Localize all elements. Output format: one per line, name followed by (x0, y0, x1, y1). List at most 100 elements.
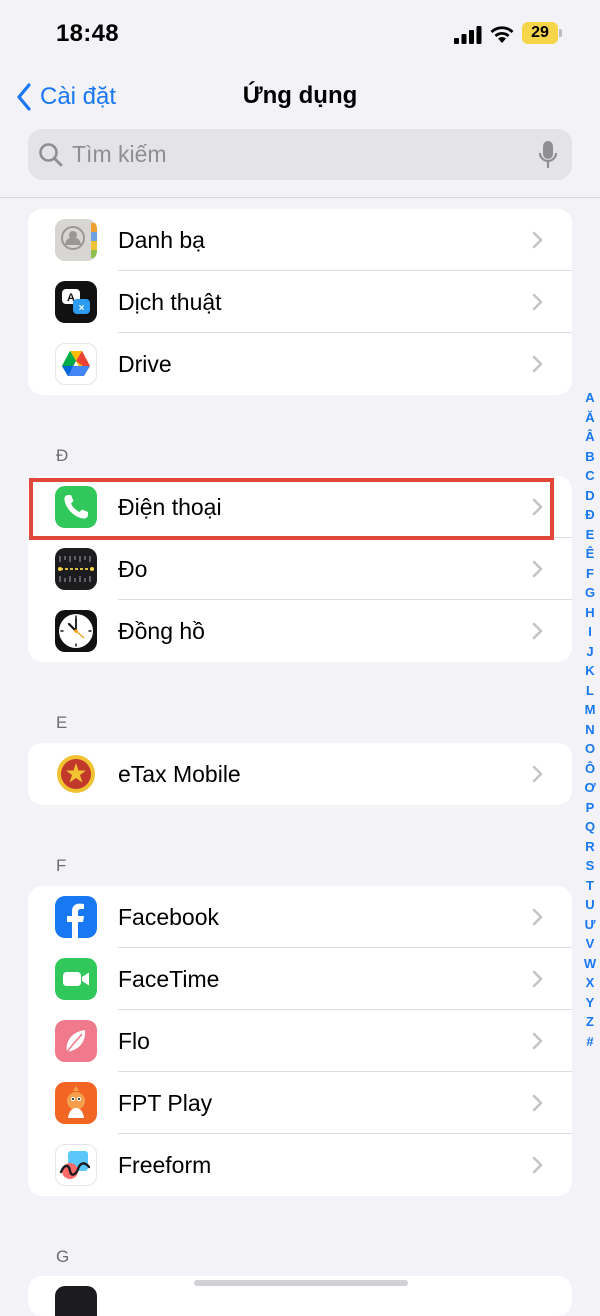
svg-text:×: × (79, 303, 85, 314)
index-letter[interactable]: Ă (580, 408, 600, 428)
list-item-dong-ho[interactable]: Đồng hồ (28, 600, 572, 662)
list-item-etax-mobile[interactable]: eTax Mobile (28, 743, 572, 805)
chevron-right-icon (532, 622, 543, 640)
signal-icon (454, 26, 482, 44)
index-letter[interactable]: Z (580, 1012, 600, 1032)
etax-icon (55, 753, 97, 795)
index-letter[interactable]: P (580, 798, 600, 818)
list-item-freeform[interactable]: Freeform (28, 1134, 572, 1196)
microphone-icon[interactable] (538, 140, 558, 170)
list-item-label: Drive (118, 351, 172, 377)
chevron-right-icon (532, 293, 543, 311)
list-item-label: Freeform (118, 1152, 212, 1178)
app-group-f: Facebook FaceTime Flo FPT Play Freeform (28, 886, 572, 1196)
index-letter[interactable]: Y (580, 993, 600, 1013)
search-bar (28, 129, 572, 180)
section-header-f: F (56, 856, 67, 875)
index-letter[interactable]: O (580, 739, 600, 759)
list-item-fpt-play[interactable]: FPT Play (28, 1072, 572, 1134)
index-letter[interactable]: M (580, 700, 600, 720)
translate-icon: A × (55, 281, 97, 323)
list-item-label: Đo (118, 556, 148, 582)
fpt-play-icon (55, 1082, 97, 1124)
index-letter[interactable]: T (580, 876, 600, 896)
list-item-facetime[interactable]: FaceTime (28, 948, 572, 1010)
status-bar: 18:48 29 (0, 0, 600, 70)
section-header-d-stroke: Đ (56, 446, 69, 465)
index-letter[interactable]: Ư (580, 915, 600, 935)
battery-tip (559, 29, 562, 37)
index-letter[interactable]: H (580, 603, 600, 623)
chevron-right-icon (532, 908, 543, 926)
freeform-icon (55, 1144, 97, 1186)
index-letter[interactable]: Đ (580, 505, 600, 525)
list-item-danh-ba[interactable]: Danh bạ (28, 209, 572, 271)
highlight-box (29, 478, 554, 540)
wifi-icon (490, 26, 514, 43)
index-letter[interactable]: Â (580, 427, 600, 447)
index-letter[interactable]: I (580, 622, 600, 642)
chevron-right-icon (532, 231, 543, 249)
index-letter[interactable]: J (580, 642, 600, 662)
list-item-label: FaceTime (118, 966, 220, 992)
index-letter[interactable]: Ê (580, 544, 600, 564)
list-item-label: Dịch thuật (118, 289, 222, 315)
index-letter[interactable]: X (580, 973, 600, 993)
page-title: Ứng dụng (242, 82, 358, 109)
index-letter[interactable]: V (580, 934, 600, 954)
app-group-d: Danh bạ A × Dịch thuật Drive (28, 209, 572, 395)
search-icon (39, 143, 63, 167)
index-letter[interactable]: C (580, 466, 600, 486)
index-letter[interactable]: A (580, 388, 600, 408)
list-item-label: Facebook (118, 904, 220, 930)
partial-app-icon (55, 1286, 97, 1316)
index-letter[interactable]: # (580, 1032, 600, 1052)
list-item-flo[interactable]: Flo (28, 1010, 572, 1072)
chevron-right-icon (532, 765, 543, 783)
index-letter[interactable]: K (580, 661, 600, 681)
index-letter[interactable]: W (580, 954, 600, 974)
google-drive-icon (55, 343, 97, 385)
flo-icon (55, 1020, 97, 1062)
index-letter[interactable]: E (580, 525, 600, 545)
clock-icon (55, 610, 97, 652)
index-letter[interactable]: U (580, 895, 600, 915)
chevron-right-icon (532, 1032, 543, 1050)
chevron-right-icon (532, 560, 543, 578)
index-letter[interactable]: Q (580, 817, 600, 837)
list-item-drive[interactable]: Drive (28, 333, 572, 395)
app-group-e: eTax Mobile (28, 743, 572, 805)
header-divider (0, 197, 600, 198)
list-item-label: FPT Play (118, 1090, 213, 1116)
list-item-do[interactable]: Đo (28, 538, 572, 600)
list-item-label: eTax Mobile (118, 761, 241, 787)
battery-icon: 29 (522, 22, 558, 44)
navigation-bar: Cài đặt Ứng dụng (0, 70, 600, 124)
status-time: 18:48 (56, 20, 119, 47)
index-letter[interactable]: F (580, 564, 600, 584)
chevron-right-icon (532, 970, 543, 988)
index-letter[interactable]: G (580, 583, 600, 603)
alphabet-index[interactable]: A Ă Â B C D Đ E Ê F G H I J K L M N O Ô Ơ P Q R S T U Ư V W X Y Z # (580, 388, 600, 1051)
index-letter[interactable]: B (580, 447, 600, 467)
chevron-right-icon (532, 1156, 543, 1174)
facetime-icon (55, 958, 97, 1000)
list-item-label: Đồng hồ (118, 618, 205, 644)
index-letter[interactable]: Ô (580, 759, 600, 779)
search-input[interactable] (72, 129, 512, 180)
index-letter[interactable]: Ơ (580, 778, 600, 798)
index-letter[interactable]: L (580, 681, 600, 701)
index-letter[interactable]: R (580, 837, 600, 857)
facebook-icon (55, 896, 97, 938)
measure-icon (55, 548, 97, 590)
list-item-facebook[interactable]: Facebook (28, 886, 572, 948)
list-item-label: Danh bạ (118, 227, 205, 253)
contacts-icon (55, 219, 97, 261)
list-item-label: Flo (118, 1028, 150, 1054)
section-header-e: E (56, 713, 68, 732)
index-letter[interactable]: D (580, 486, 600, 506)
chevron-right-icon (532, 1094, 543, 1112)
index-letter[interactable]: N (580, 720, 600, 740)
list-item-dich-thuat[interactable]: A × Dịch thuật (28, 271, 572, 333)
index-letter[interactable]: S (580, 856, 600, 876)
